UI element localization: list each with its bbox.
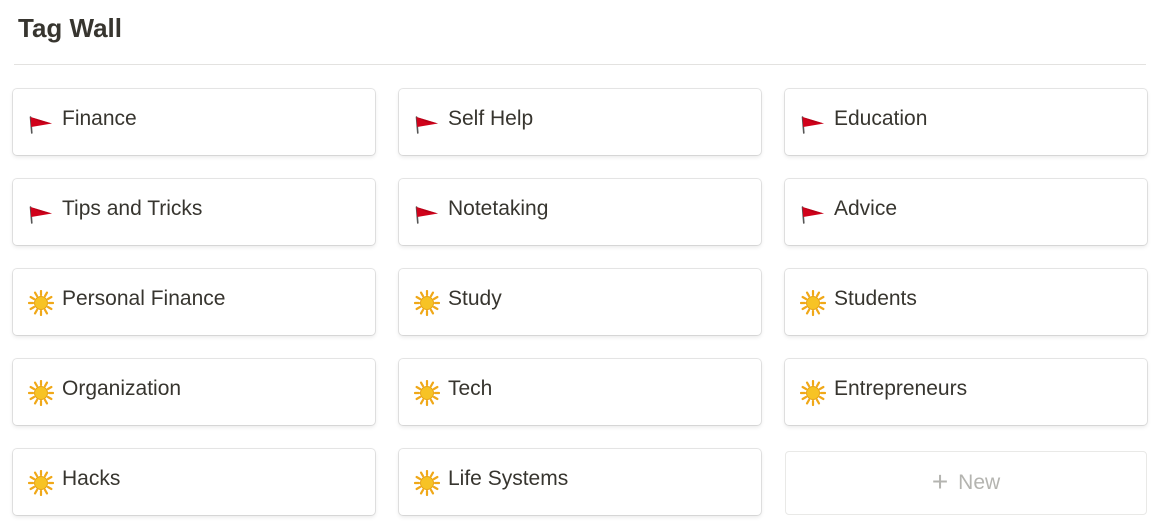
tag-card[interactable]: Organization [13,359,375,425]
tag-card[interactable]: Study [399,269,761,335]
tag-card-label: Organization [62,377,182,400]
tag-card[interactable]: Personal Finance [13,269,375,335]
sun-icon [27,379,55,407]
sun-icon [413,289,441,317]
tag-card-label: Tech [448,377,493,400]
tag-card[interactable]: Hacks [13,449,375,515]
sun-icon [799,379,827,407]
tag-card-label: Personal Finance [62,287,226,310]
tag-card[interactable]: Notetaking [399,179,761,245]
new-card-button[interactable]: + New [785,451,1147,515]
tag-card-label: Notetaking [448,197,549,220]
tag-card[interactable]: Education [785,89,1147,155]
tag-card-label: Students [834,287,917,310]
tag-card-label: Tips and Tricks [62,197,203,220]
red-flag-icon [413,199,441,227]
red-flag-icon [799,199,827,227]
sun-icon [413,379,441,407]
red-flag-icon [799,109,827,137]
tag-card-label: Entrepreneurs [834,377,968,400]
sun-icon [27,289,55,317]
tag-card[interactable]: Advice [785,179,1147,245]
plus-icon: + [931,466,949,497]
tag-wall-page: Tag Wall Finance Self Help Education Tip… [0,0,1162,528]
tag-card-label: Life Systems [448,467,569,490]
tag-card-label: Advice [834,197,898,220]
page-title: Tag Wall [18,13,122,43]
red-flag-icon [27,199,55,227]
tag-gallery: Finance Self Help Education Tips and Tri… [13,89,1147,515]
sun-icon [799,289,827,317]
sun-icon [413,469,441,497]
tag-card-label: Study [448,287,502,310]
tag-card-label: Finance [62,107,137,130]
red-flag-icon [27,109,55,137]
title-divider [14,64,1146,65]
tag-card[interactable]: Tips and Tricks [13,179,375,245]
tag-card[interactable]: Tech [399,359,761,425]
red-flag-icon [413,109,441,137]
tag-card[interactable]: Finance [13,89,375,155]
tag-card[interactable]: Self Help [399,89,761,155]
tag-card-label: Education [834,107,928,130]
tag-card-label: Hacks [62,467,121,490]
new-card-label: New [958,471,1001,494]
tag-card[interactable]: Entrepreneurs [785,359,1147,425]
tag-card[interactable]: Students [785,269,1147,335]
tag-card-label: Self Help [448,107,534,130]
sun-icon [27,469,55,497]
tag-card[interactable]: Life Systems [399,449,761,515]
